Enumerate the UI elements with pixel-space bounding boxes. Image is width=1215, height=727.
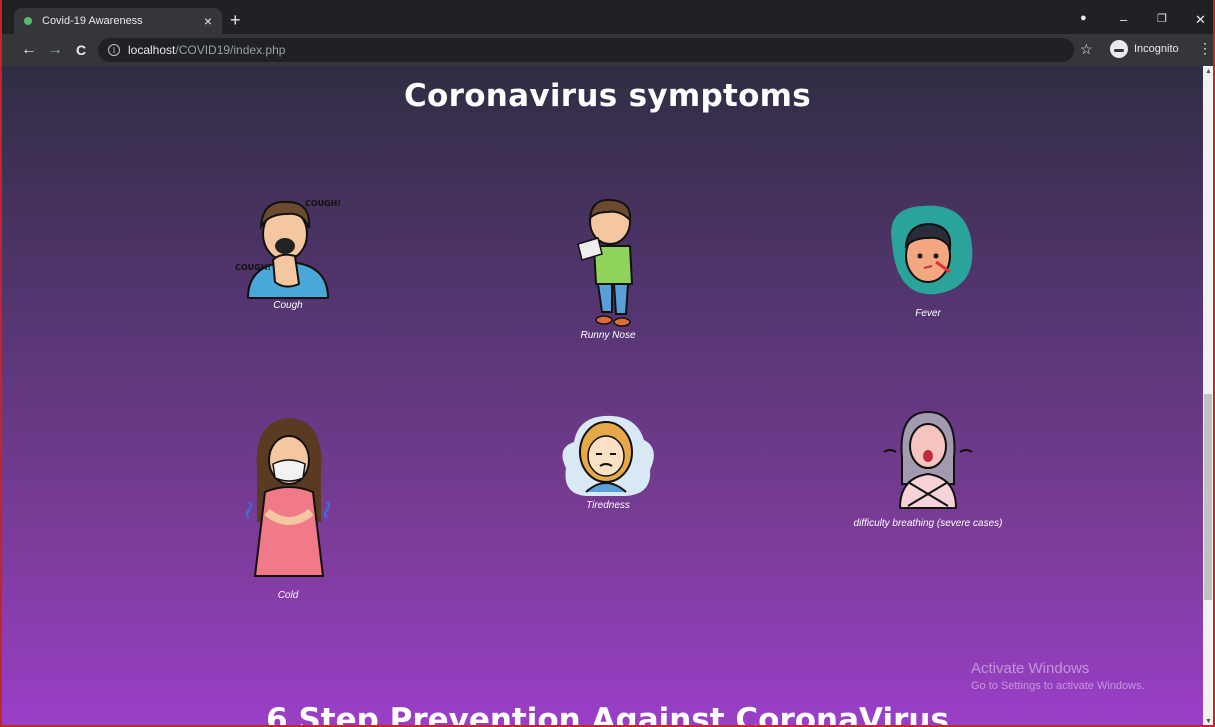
symptom-runny-nose: Runny Nose xyxy=(548,196,668,341)
url-path: /COVID19/index.php xyxy=(175,43,286,57)
address-bar[interactable]: i localhost /COVID19/index.php xyxy=(98,38,1074,62)
runny-nose-illustration xyxy=(577,198,634,327)
restore-button[interactable]: ❐ xyxy=(1157,12,1167,25)
page-scrollbar[interactable]: ▲ ▼ xyxy=(1203,66,1213,725)
page-title: Coronavirus symptoms xyxy=(403,78,812,114)
symptom-label: difficulty breathing (severe cases) xyxy=(853,518,1003,529)
scrollbar-thumb[interactable] xyxy=(1204,394,1212,600)
scroll-up-icon[interactable]: ▲ xyxy=(1205,68,1212,75)
new-tab-button[interactable]: + xyxy=(230,10,241,31)
incognito-icon xyxy=(1110,40,1128,58)
symptom-label: Tiredness xyxy=(586,500,630,511)
page-viewport: Coronavirus symptoms COUGH! COUGH! Cough xyxy=(2,66,1203,727)
url-host: localhost xyxy=(128,43,176,57)
symptom-tiredness: Tiredness xyxy=(548,408,668,511)
tiredness-illustration xyxy=(562,415,654,496)
svg-text:COUGH!: COUGH! xyxy=(235,263,271,272)
incognito-indicator[interactable]: Incognito xyxy=(1110,40,1179,58)
tab-covid-awareness[interactable]: Covid-19 Awareness × xyxy=(14,8,222,34)
close-window-button[interactable]: ✕ xyxy=(1195,12,1206,28)
reload-button[interactable]: C xyxy=(68,42,94,58)
scroll-down-icon[interactable]: ▼ xyxy=(1205,718,1212,725)
symptom-label: Runny Nose xyxy=(580,330,636,341)
symptom-cold: Cold xyxy=(228,412,348,601)
favicon-icon xyxy=(24,17,32,25)
site-info-icon[interactable]: i xyxy=(108,44,120,56)
watermark-title: Activate Windows xyxy=(971,660,1090,677)
browser-window: Covid-19 Awareness × + ● – ❐ ✕ ← → C i l… xyxy=(0,0,1215,727)
tab-strip: Covid-19 Awareness × + ● – ❐ ✕ xyxy=(2,6,1213,34)
prevention-heading: 6 Step Prevention Against CoronaVirus xyxy=(266,702,949,727)
cough-illustration: COUGH! COUGH! xyxy=(235,199,341,299)
fever-illustration xyxy=(891,205,973,295)
bookmark-star-icon[interactable]: ☆ xyxy=(1080,41,1093,58)
symptom-fever: Fever xyxy=(868,202,988,319)
watermark-subtitle: Go to Settings to activate Windows. xyxy=(971,680,1145,692)
symptom-label: Fever xyxy=(915,308,941,319)
browser-toolbar: ← → C i localhost /COVID19/index.php ☆ I… xyxy=(2,34,1213,66)
cold-illustration xyxy=(246,418,330,577)
incognito-label: Incognito xyxy=(1134,43,1179,55)
activate-windows-watermark: Activate Windows Go to Settings to activ… xyxy=(971,660,1145,692)
tab-title: Covid-19 Awareness xyxy=(42,15,143,27)
symptom-cough: COUGH! COUGH! Cough xyxy=(228,194,348,311)
svg-text:COUGH!: COUGH! xyxy=(305,199,341,208)
breathing-illustration xyxy=(883,410,973,509)
profile-icon[interactable]: ● xyxy=(1080,12,1087,24)
tab-close-icon[interactable]: × xyxy=(204,13,212,29)
menu-icon[interactable]: ⋮ xyxy=(1198,40,1212,57)
symptom-label: Cough xyxy=(273,300,303,311)
minimize-button[interactable]: – xyxy=(1120,12,1127,27)
forward-button[interactable]: → xyxy=(42,41,68,59)
symptom-breathing: difficulty breathing (severe cases) xyxy=(828,408,1028,529)
back-button[interactable]: ← xyxy=(16,41,42,59)
symptom-label: Cold xyxy=(277,590,299,601)
